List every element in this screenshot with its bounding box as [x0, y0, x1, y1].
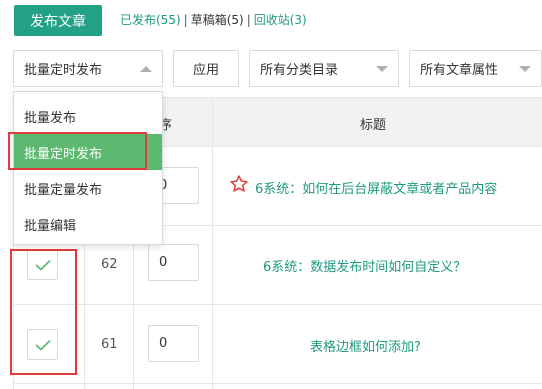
category-select[interactable]: 所有分类目录	[249, 50, 399, 87]
batch-action-value: 批量定时发布	[24, 63, 103, 78]
article-title-link[interactable]: 6系统：如何在后台屏蔽文章或者产品内容	[255, 178, 497, 197]
article-id: 62	[101, 257, 118, 272]
menu-highlight-frame	[8, 132, 147, 170]
star-icon[interactable]	[229, 174, 249, 194]
attribute-select[interactable]: 所有文章属性	[409, 50, 542, 87]
chevron-down-icon	[376, 66, 388, 72]
batch-action-select[interactable]: 批量定时发布	[13, 50, 163, 87]
menu-item-batch-publish[interactable]: 批量发布	[14, 98, 162, 134]
order-input[interactable]: 0	[148, 244, 199, 281]
drafts-link[interactable]: 草稿箱(5)	[191, 13, 244, 27]
published-link[interactable]: 已发布(55)	[120, 13, 181, 27]
column-title: 标题	[360, 118, 387, 133]
menu-item-batch-edit[interactable]: 批量编辑	[14, 206, 162, 242]
recycle-bin-link[interactable]: 回收站(3)	[254, 13, 307, 27]
article-title-link[interactable]: 表格边框如何添加?	[310, 336, 421, 355]
table-row: 61 0 表格边框如何添加?	[13, 305, 542, 384]
separator: |	[246, 13, 251, 27]
chevron-up-icon	[140, 66, 152, 72]
order-input[interactable]: 0	[148, 325, 199, 362]
checkbox-highlight-frame	[10, 249, 77, 375]
attribute-value: 所有文章属性	[420, 63, 499, 78]
separator: |	[183, 13, 188, 27]
article-id: 61	[101, 337, 118, 352]
apply-button[interactable]: 应用	[173, 50, 239, 87]
menu-item-batch-quantity-publish[interactable]: 批量定量发布	[14, 170, 162, 206]
publish-article-button[interactable]: 发布文章	[14, 5, 102, 36]
chevron-down-icon	[519, 66, 531, 72]
category-value: 所有分类目录	[260, 63, 339, 78]
status-links: 已发布(55) | 草稿箱(5) | 回收站(3)	[120, 11, 307, 28]
article-title-link[interactable]: 6系统：数据发布时间如何自定义？	[263, 256, 466, 275]
